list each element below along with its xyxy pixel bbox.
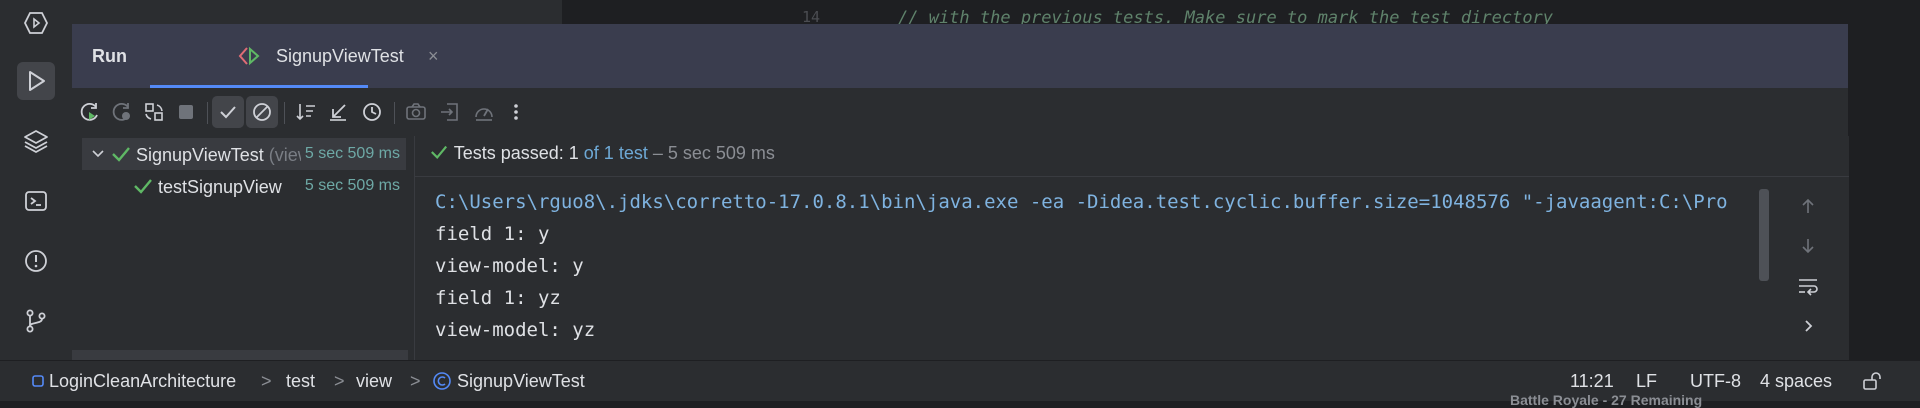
history-icon[interactable]	[356, 96, 388, 128]
git-icon[interactable]	[17, 302, 55, 340]
test-tree: SignupViewTest (view 5 sec 509 ms testSi…	[72, 136, 408, 360]
indent-setting[interactable]: 4 spaces	[1760, 371, 1832, 392]
export-icon[interactable]	[434, 96, 466, 128]
run-toolbar	[72, 88, 1848, 136]
run-tab-bar: Run SignupViewTest ×	[72, 24, 1848, 88]
breadcrumb-test[interactable]: test	[286, 371, 315, 392]
breadcrumb-view[interactable]: view	[356, 371, 392, 392]
tree-item-signup-view-test[interactable]: SignupViewTest (view 5 sec 509 ms	[82, 138, 406, 170]
tree-item-label: SignupViewTest (view	[136, 145, 311, 165]
services-icon[interactable]	[17, 4, 55, 42]
status-prefix: Tests passed:	[453, 143, 564, 163]
code-comment: // with the previous tests. Make sure to…	[898, 8, 1554, 24]
cursor-position[interactable]: 11:21	[1570, 371, 1614, 392]
breadcrumb-separator: >	[261, 371, 272, 391]
breadcrumb-separator: >	[410, 371, 421, 391]
total-tests-link[interactable]: of 1 test	[584, 143, 648, 163]
check-icon	[132, 176, 154, 201]
console-output[interactable]: C:\Users\rguo8\.jdks\corretto-17.0.8.1\b…	[415, 176, 1849, 361]
problems-icon[interactable]	[17, 242, 55, 280]
show-ignored-icon[interactable]	[246, 96, 278, 128]
rerun-failed-icon[interactable]	[106, 96, 138, 128]
arrow-up-icon[interactable]	[1795, 193, 1821, 219]
collapse-icon[interactable]	[322, 96, 354, 128]
console-panel: Tests passed: 1 of 1 test – 5 sec 509 ms…	[414, 136, 1849, 361]
vertical-scrollbar[interactable]	[1759, 189, 1769, 281]
breadcrumb-separator: >	[334, 371, 345, 391]
rerun-icon[interactable]	[74, 96, 106, 128]
breadcrumb-project[interactable]: LoginCleanArchitecture	[32, 371, 236, 392]
line-ending[interactable]: LF	[1636, 371, 1657, 392]
check-icon	[431, 145, 448, 159]
run-title: Run	[92, 46, 127, 66]
editor-gutter	[772, 0, 892, 24]
console-line: C:\Users\rguo8\.jdks\corretto-17.0.8.1\b…	[435, 191, 1728, 213]
console-side-toolbar	[1779, 185, 1839, 355]
toggle-auto-test-icon[interactable]	[138, 96, 170, 128]
tool-window-strip	[0, 0, 72, 360]
test-config-icon	[238, 46, 260, 71]
screenshot-icon[interactable]	[400, 96, 432, 128]
toolbar-separator	[394, 102, 395, 124]
stop-icon[interactable]	[170, 96, 202, 128]
layers-icon[interactable]	[17, 122, 55, 160]
passed-count: 1	[568, 143, 579, 163]
test-duration: 5 sec 509 ms	[300, 145, 400, 163]
test-status-line: Tests passed: 1 of 1 test – 5 sec 509 ms	[429, 143, 775, 164]
terminal-icon[interactable]	[17, 182, 55, 220]
console-line: view-model: yz	[435, 319, 596, 341]
test-duration: 5 sec 509 ms	[304, 177, 400, 194]
arrow-down-icon[interactable]	[1795, 233, 1821, 259]
toolbar-separator	[207, 102, 208, 124]
tree-item-label: testSignupView	[158, 177, 282, 197]
chevron-down-icon[interactable]	[90, 145, 106, 166]
check-icon	[110, 144, 132, 169]
close-icon[interactable]: ×	[428, 46, 439, 67]
project-panel-peek	[72, 0, 562, 24]
lock-icon[interactable]	[1862, 371, 1884, 396]
chevron-right-icon[interactable]	[1795, 313, 1821, 339]
sort-icon[interactable]	[290, 96, 322, 128]
module-icon	[32, 375, 44, 387]
total-duration: – 5 sec 509 ms	[652, 143, 775, 163]
horizontal-scrollbar[interactable]	[72, 350, 408, 360]
console-line: view-model: y	[435, 255, 584, 277]
toolbar-separator	[284, 102, 285, 124]
line-number: 14	[802, 8, 821, 24]
console-line: field 1: yz	[435, 287, 561, 309]
tab-signup-view-test[interactable]: SignupViewTest ×	[150, 24, 439, 88]
breadcrumb-class[interactable]: SignupViewTest	[432, 371, 585, 392]
tab-label: SignupViewTest	[276, 46, 404, 66]
background-window-text: Battle Royale - 27 Remaining	[1510, 392, 1703, 408]
run-tool-window: Run SignupViewTest × SignupViewTest (vie…	[72, 24, 1849, 361]
run-icon[interactable]	[17, 62, 55, 100]
soft-wrap-icon[interactable]	[1795, 273, 1821, 299]
coverage-icon[interactable]	[468, 96, 500, 128]
file-encoding[interactable]: UTF-8	[1690, 371, 1741, 392]
class-icon	[433, 372, 451, 390]
show-passed-icon[interactable]	[212, 96, 244, 128]
console-line: field 1: y	[435, 223, 550, 245]
tree-item-test-signup-view[interactable]: testSignupView 5 sec 509 ms	[82, 170, 406, 202]
more-icon[interactable]	[500, 96, 532, 128]
editor-peek: 14 // with the previous tests. Make sure…	[72, 0, 1920, 24]
